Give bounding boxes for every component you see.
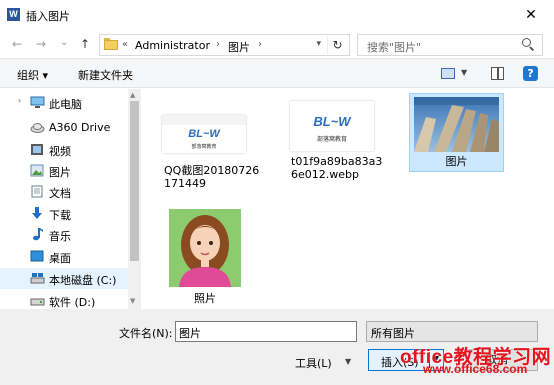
desktop-icon bbox=[30, 250, 44, 263]
word-app-icon: W bbox=[7, 8, 20, 21]
chevron-down-icon: ⌄ bbox=[371, 326, 378, 335]
new-folder-button[interactable]: 新建文件夹 bbox=[78, 67, 133, 83]
logo-image: BL~W 部落窝教育 bbox=[290, 101, 374, 151]
address-overflow-chevron[interactable]: « bbox=[122, 39, 128, 50]
sidebar-item-label: 音乐 bbox=[49, 230, 71, 243]
sidebar-item-label: 本地磁盘 (C:) bbox=[49, 274, 117, 287]
logo-caption: 部落窝教育 bbox=[191, 143, 216, 150]
scroll-up-icon[interactable]: ▲ bbox=[130, 91, 135, 99]
close-button[interactable]: ✕ bbox=[508, 0, 554, 30]
drive-d-icon bbox=[30, 294, 45, 307]
photo-avatar bbox=[169, 209, 241, 287]
file-item[interactable]: 照片 bbox=[167, 207, 263, 307]
svg-text:BL~W: BL~W bbox=[313, 114, 352, 129]
recent-locations-button[interactable]: ⌄ bbox=[60, 37, 68, 48]
window-title: 插入图片 bbox=[26, 10, 70, 23]
cloud-drive-icon bbox=[30, 121, 45, 134]
sidebar-item-label: A360 Drive bbox=[49, 121, 111, 134]
logo-caption: 部落窝教育 bbox=[317, 135, 347, 143]
tools-dropdown-icon[interactable]: ▼ bbox=[345, 357, 351, 366]
filename-label: 文件名(N): bbox=[119, 327, 173, 340]
music-icon bbox=[30, 228, 44, 241]
picture-folder-icon bbox=[30, 164, 44, 177]
computer-icon bbox=[30, 96, 45, 109]
sidebar-item-desktop[interactable]: 桌面 bbox=[0, 246, 128, 267]
sidebar-item-a360-drive[interactable]: A360 Drive bbox=[0, 117, 128, 138]
sidebar-item-drive-c[interactable]: 本地磁盘 (C:) bbox=[0, 268, 128, 289]
expand-chevron-icon[interactable]: › bbox=[18, 96, 21, 105]
folder-icon bbox=[104, 38, 118, 50]
breadcrumb-pictures[interactable]: 图片 bbox=[228, 39, 250, 55]
command-bar: 组织 ▾ 新建文件夹 ▼ ? bbox=[0, 58, 554, 88]
sidebar-item-pictures[interactable]: 图片 bbox=[0, 160, 128, 181]
tools-button[interactable]: 工具(L) bbox=[295, 355, 332, 371]
navigation-pane: › 此电脑 A360 Drive 视频 图片 文档 下载 音乐 桌面 本地磁盘 … bbox=[0, 89, 128, 309]
watermark-url: www.office68.com bbox=[423, 362, 528, 376]
svg-text:BL~W: BL~W bbox=[188, 128, 221, 140]
file-name: 照片 bbox=[194, 292, 216, 305]
video-folder-icon bbox=[30, 143, 44, 156]
file-name: t01f9a89ba83a36e012.webp bbox=[291, 155, 383, 181]
filetype-select[interactable]: 所有图片 ⌄ bbox=[366, 321, 538, 342]
scrollbar-thumb[interactable] bbox=[130, 101, 139, 261]
file-thumbnail bbox=[414, 97, 499, 152]
drive-c-icon bbox=[30, 272, 45, 285]
file-thumbnail: BL~W 部落窝教育 bbox=[162, 115, 246, 153]
search-placeholder: 搜索"图片" bbox=[367, 41, 422, 54]
help-icon[interactable]: ? bbox=[523, 66, 538, 81]
view-dropdown-icon[interactable]: ▼ bbox=[461, 68, 467, 77]
sidebar-item-drive-d[interactable]: 软件 (D:) bbox=[0, 290, 128, 309]
file-name: QQ截图20180726171449 bbox=[164, 164, 260, 190]
chevron-down-icon[interactable]: ⌄ bbox=[179, 326, 352, 335]
file-thumbnail bbox=[169, 209, 241, 287]
preview-pane-icon[interactable] bbox=[491, 67, 504, 80]
scroll-down-icon[interactable]: ▼ bbox=[130, 297, 135, 305]
sidebar-item-label: 软件 (D:) bbox=[49, 296, 96, 309]
search-box[interactable]: 搜索"图片" bbox=[357, 34, 543, 56]
file-name: 图片 bbox=[445, 155, 468, 168]
breadcrumb-separator-icon: › bbox=[258, 39, 262, 50]
sidebar-item-downloads[interactable]: 下载 bbox=[0, 203, 128, 224]
file-list: BL~W 部落窝教育 QQ截图20180726171449 BL~W 部落窝教育… bbox=[141, 89, 550, 309]
sidebar-item-label: 视频 bbox=[49, 145, 71, 158]
address-bar[interactable]: « Administrator › 图片 › ▾ ↻ bbox=[99, 34, 350, 56]
view-options-icon[interactable] bbox=[441, 68, 455, 79]
sidebar-item-label: 图片 bbox=[49, 166, 71, 179]
up-button[interactable]: ↑ bbox=[80, 37, 90, 51]
sidebar-item-label: 桌面 bbox=[49, 252, 71, 265]
filename-input[interactable]: 图片 ⌄ bbox=[175, 321, 357, 342]
file-item-selected[interactable]: 图片 bbox=[409, 93, 504, 172]
organize-menu[interactable]: 组织 ▾ bbox=[17, 67, 48, 83]
sidebar-item-videos[interactable]: 视频 bbox=[0, 139, 128, 160]
breadcrumb-separator-icon: › bbox=[216, 39, 220, 50]
navigation-bar: ← → ⌄ ↑ « Administrator › 图片 › ▾ ↻ 搜索"图片… bbox=[0, 30, 554, 58]
sidebar-item-label: 此电脑 bbox=[49, 98, 82, 111]
search-icon[interactable] bbox=[522, 38, 535, 51]
file-item[interactable]: BL~W 部落窝教育 QQ截图20180726171449 bbox=[159, 101, 259, 211]
sidebar-item-documents[interactable]: 文档 bbox=[0, 181, 128, 202]
photo-columns bbox=[414, 97, 499, 152]
sidebar-item-label: 文档 bbox=[49, 187, 71, 200]
title-bar: W 插入图片 ✕ bbox=[0, 0, 554, 30]
sidebar-item-label: 下载 bbox=[49, 209, 71, 222]
sidebar-scrollbar[interactable]: ▲ ▼ bbox=[128, 89, 141, 309]
forward-button[interactable]: → bbox=[36, 37, 46, 51]
file-thumbnail: BL~W 部落窝教育 bbox=[290, 101, 374, 151]
sidebar-item-this-pc[interactable]: › 此电脑 bbox=[0, 92, 128, 113]
logo-image: BL~W 部落窝教育 bbox=[162, 115, 246, 153]
breadcrumb-administrator[interactable]: Administrator bbox=[135, 39, 210, 52]
refresh-icon[interactable]: ↻ bbox=[327, 36, 347, 54]
download-icon bbox=[30, 207, 44, 220]
address-dropdown-icon[interactable]: ▾ bbox=[316, 39, 321, 49]
sidebar-item-music[interactable]: 音乐 bbox=[0, 224, 128, 245]
back-button[interactable]: ← bbox=[12, 37, 22, 51]
document-folder-icon bbox=[30, 185, 44, 198]
file-item[interactable]: BL~W 部落窝教育 t01f9a89ba83a36e012.webp bbox=[287, 101, 383, 201]
